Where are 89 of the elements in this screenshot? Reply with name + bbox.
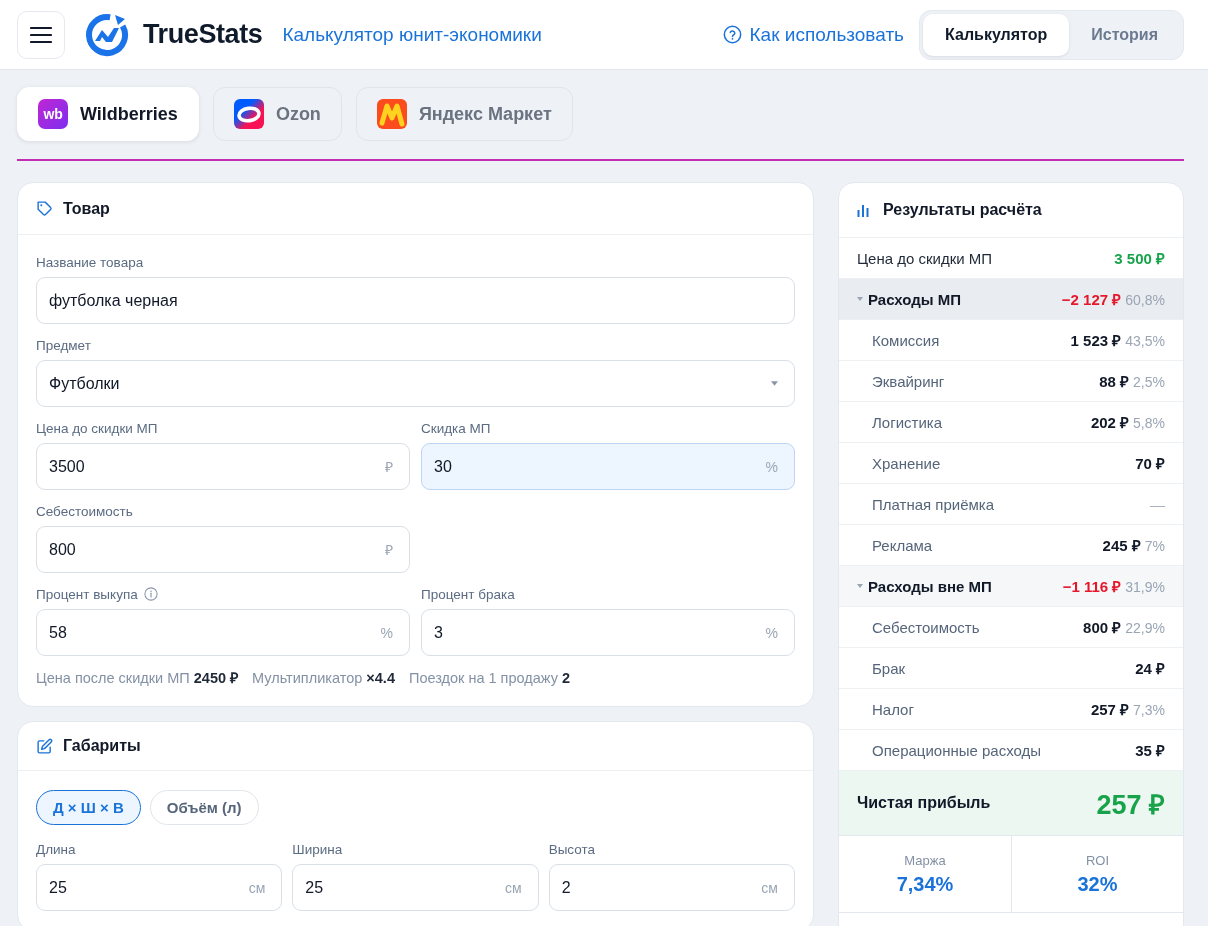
result-share: 43,5% bbox=[1125, 333, 1165, 349]
result-share: 7,3% bbox=[1133, 702, 1165, 718]
summary-text: Мультипликатор ×4.4 bbox=[252, 669, 395, 687]
mode-toggle[interactable]: Объём (л) bbox=[149, 790, 259, 825]
result-value: 3 500 ₽ bbox=[1114, 249, 1165, 268]
result-label: Логистика bbox=[872, 413, 943, 431]
marketplace-tab[interactable]: wb Wildberries bbox=[17, 87, 199, 141]
result-label: Цена до скидки МП bbox=[857, 249, 993, 267]
field-label: Высота bbox=[548, 841, 596, 857]
result-share: 2,5% bbox=[1133, 374, 1165, 390]
field-label: Длина bbox=[36, 841, 76, 857]
result-label: Брак bbox=[872, 659, 906, 677]
number-field[interactable]: 800 ₽ bbox=[36, 526, 410, 573]
ring-logo-icon bbox=[233, 99, 264, 129]
net-profit-value: 257 ₽ bbox=[1096, 788, 1165, 822]
page-subtitle: Калькулятор юнит-экономики bbox=[282, 23, 542, 46]
text-field[interactable]: футболка черная bbox=[36, 277, 795, 324]
result-value: 70 ₽ bbox=[1135, 454, 1165, 473]
view-tab[interactable]: История bbox=[1069, 13, 1180, 56]
number-field[interactable]: 25 см bbox=[36, 864, 283, 911]
brand-name: TrueStats bbox=[143, 19, 263, 50]
view-tab[interactable]: Калькулятор bbox=[923, 13, 1070, 56]
metric-value: 32% bbox=[1077, 872, 1118, 896]
number-field[interactable]: 58 % bbox=[36, 609, 410, 656]
result-label: Реклама bbox=[872, 536, 933, 554]
marketplace-tab[interactable]: Яндекс Маркет bbox=[355, 87, 573, 141]
marketplace-tab[interactable]: Ozon bbox=[212, 87, 342, 141]
result-value: — bbox=[1150, 495, 1165, 513]
result-share: 31,9% bbox=[1125, 579, 1165, 595]
number-field[interactable]: 3500 ₽ bbox=[36, 443, 410, 490]
field-label: Процент выкупа bbox=[36, 586, 138, 602]
help-icon bbox=[722, 25, 742, 44]
menu-icon bbox=[30, 25, 52, 44]
result-share: 5,8% bbox=[1133, 415, 1165, 431]
card-title: Результаты расчёта bbox=[883, 201, 1042, 219]
result-value: 88 ₽ bbox=[1099, 372, 1130, 391]
edit-icon bbox=[36, 737, 53, 755]
mode-toggle[interactable]: Д × Ш × В bbox=[36, 790, 141, 825]
result-value: 24 ₽ bbox=[1135, 659, 1165, 678]
net-profit-label: Чистая прибыль bbox=[857, 794, 991, 812]
metric-label: Маржа bbox=[904, 852, 946, 868]
expense-group-row[interactable]: Расходы вне МП −1 116 ₽ 31,9% bbox=[839, 566, 1183, 607]
result-label: Себестоимость bbox=[872, 618, 980, 636]
result-label: Расходы вне МП bbox=[868, 577, 992, 595]
result-value: −2 127 ₽ bbox=[1061, 290, 1122, 309]
result-value: 1 523 ₽ bbox=[1070, 331, 1122, 350]
result-label: Платная приёмка bbox=[872, 495, 995, 513]
select-field[interactable]: Футболки bbox=[36, 360, 795, 407]
result-value: 245 ₽ bbox=[1102, 536, 1141, 555]
field-label: Скидка МП bbox=[421, 420, 491, 436]
result-label: Хранение bbox=[872, 454, 941, 472]
result-label: Комиссия bbox=[872, 331, 940, 349]
bar-chart-icon bbox=[857, 203, 871, 217]
number-field[interactable]: 25 см bbox=[292, 864, 539, 911]
summary-text: Поездок на 1 продажу 2 bbox=[408, 669, 570, 687]
logo-tile: wb bbox=[38, 99, 68, 129]
field-label: Название товара bbox=[36, 254, 144, 270]
number-field[interactable]: 2 см bbox=[548, 864, 795, 911]
tag-icon bbox=[36, 200, 53, 217]
result-share: 7% bbox=[1144, 538, 1165, 554]
result-value: 800 ₽ bbox=[1083, 618, 1122, 637]
field-label: Предмет bbox=[36, 337, 91, 353]
result-value: 257 ₽ bbox=[1090, 700, 1130, 719]
result-value: 202 ₽ bbox=[1090, 413, 1130, 432]
number-field[interactable]: 3 % bbox=[421, 609, 795, 656]
field-label: Процент брака bbox=[421, 586, 515, 602]
result-share: 60,8% bbox=[1125, 292, 1165, 308]
logo-icon bbox=[85, 12, 129, 57]
result-value: −1 116 ₽ bbox=[1062, 577, 1122, 596]
help-link[interactable]: Как использовать bbox=[722, 23, 904, 46]
card-title: Габариты bbox=[63, 737, 141, 755]
result-label: Расходы МП bbox=[868, 290, 961, 308]
result-label: Эквайринг bbox=[872, 372, 945, 390]
result-share: 22,9% bbox=[1125, 620, 1165, 636]
metric-label: ROI bbox=[1085, 852, 1110, 868]
menu-button[interactable] bbox=[17, 10, 65, 59]
result-value: 35 ₽ bbox=[1135, 741, 1165, 760]
field-label: Ширина bbox=[292, 841, 343, 857]
number-field[interactable]: 30 % bbox=[421, 443, 795, 490]
zigzag-logo-icon bbox=[376, 99, 407, 129]
card-title: Товар bbox=[63, 199, 110, 218]
result-label: Операционные расходы bbox=[872, 741, 1042, 759]
metric-value: 7,34% bbox=[896, 872, 954, 896]
caret-icon bbox=[771, 381, 778, 386]
summary-text: Цена после скидки МП 2450 ₽ bbox=[36, 669, 239, 687]
expense-group-row[interactable]: Расходы МП −2 127 ₽ 60,8% bbox=[839, 279, 1183, 320]
field-label: Цена до скидки МП bbox=[36, 420, 158, 436]
result-label: Налог bbox=[872, 700, 914, 718]
field-label: Себестоимость bbox=[36, 503, 133, 519]
